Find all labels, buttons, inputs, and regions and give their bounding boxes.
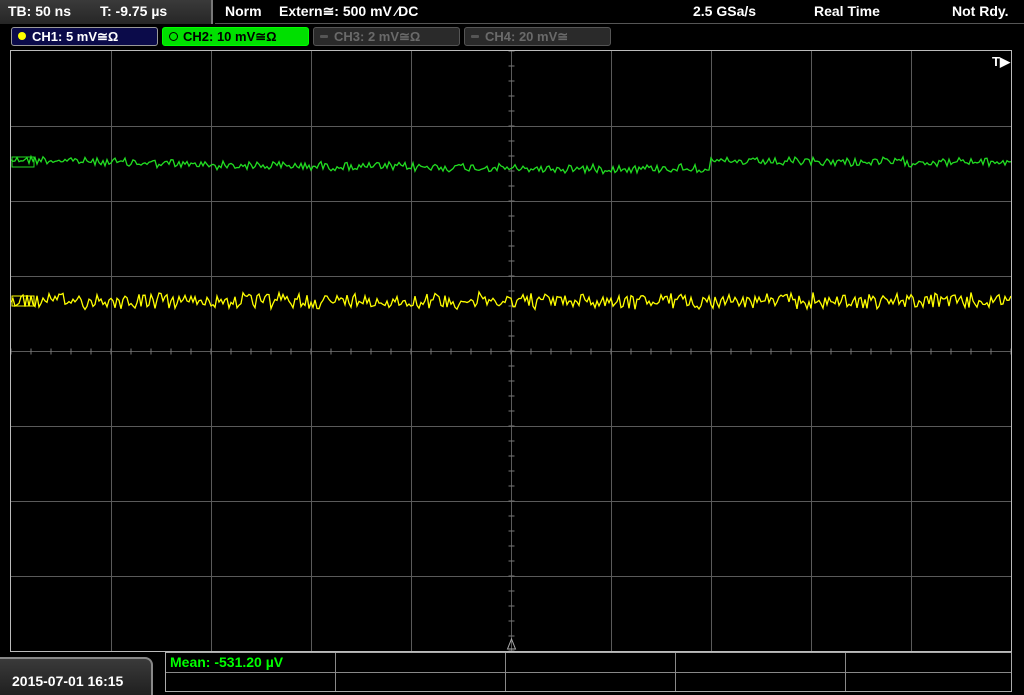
- timebase-label: TB: 50 ns: [8, 3, 72, 19]
- channel-3-tab[interactable]: CH3: 2 mV≅Ω: [313, 27, 460, 46]
- trigger-position-marker[interactable]: T▶: [992, 54, 1010, 70]
- acquisition-mode: Real Time: [814, 3, 880, 19]
- channel-1-tab[interactable]: CH1: 5 mV≅Ω: [11, 27, 158, 46]
- sample-rate: 2.5 GSa/s: [693, 3, 757, 19]
- channel-2-dot-icon: [169, 32, 178, 41]
- timebase-box[interactable]: TB: 50 ns T: -9.75 µs: [0, 0, 213, 24]
- channel-4-off-icon: [471, 35, 479, 38]
- measurement-panel[interactable]: Mean: -531.20 µV: [165, 652, 1012, 692]
- channel-4-label: CH4: 20 mV≅: [485, 29, 569, 44]
- mean-measurement: Mean: -531.20 µV: [170, 654, 284, 670]
- trigger-mode: Norm: [225, 3, 262, 19]
- channel-4-tab[interactable]: CH4: 20 mV≅: [464, 27, 611, 46]
- measurement-cell: [166, 672, 336, 691]
- top-status-bar: TB: 50 ns T: -9.75 µs Norm Extern≅: 500 …: [0, 0, 1024, 24]
- trigger-time-label: T: -9.75 µs: [100, 3, 168, 19]
- trigger-source: Extern≅: 500 mV ⁄DC: [279, 3, 419, 19]
- waveform-display[interactable]: [10, 50, 1012, 652]
- measurement-cell: [506, 672, 676, 691]
- measurement-cell: [846, 653, 1011, 672]
- measurement-cell: Mean: -531.20 µV: [166, 653, 336, 672]
- channel-3-label: CH3: 2 mV≅Ω: [334, 29, 421, 44]
- measurement-cell: [676, 653, 846, 672]
- acquisition-status[interactable]: Norm Extern≅: 500 mV ⁄DC 2.5 GSa/s Real …: [215, 0, 1024, 24]
- measurement-cell: [506, 653, 676, 672]
- channel-2-label: CH2: 10 mV≅Ω: [183, 29, 277, 44]
- measurement-cell: [336, 672, 506, 691]
- channel-3-off-icon: [320, 35, 328, 38]
- date-time: 2015-07-01 16:15: [12, 673, 124, 689]
- graticule-svg: [11, 51, 1011, 651]
- measurement-cell: [336, 653, 506, 672]
- channel-1-label: CH1: 5 mV≅Ω: [32, 29, 119, 44]
- measurement-cell: [846, 672, 1011, 691]
- run-state: Not Rdy.: [952, 3, 1009, 19]
- date-time-box: 2015-07-01 16:15: [0, 657, 153, 695]
- measurement-cell: [676, 672, 846, 691]
- channel-2-tab[interactable]: CH2: 10 mV≅Ω: [162, 27, 309, 46]
- channel-1-dot-icon: [18, 32, 26, 40]
